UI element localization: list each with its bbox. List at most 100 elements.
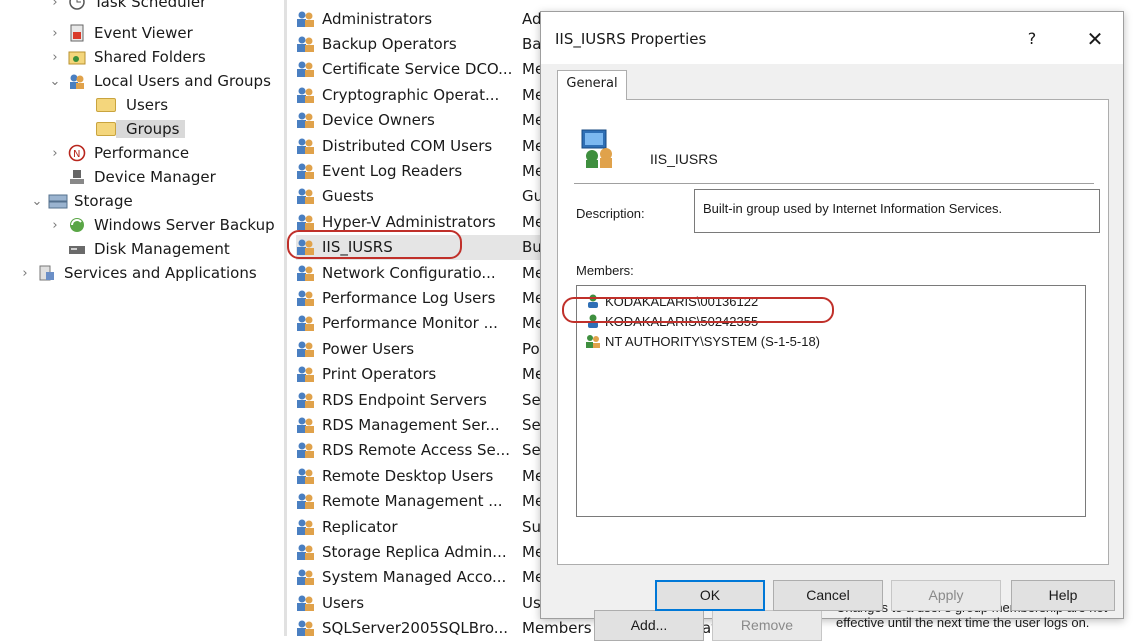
group-icon: [296, 441, 316, 459]
member-name: KODAKALARIS\50242355: [605, 313, 759, 329]
close-icon[interactable]: ✕: [1077, 24, 1113, 54]
services-icon: [38, 264, 58, 282]
tree-item-performance[interactable]: › N Performance: [48, 141, 189, 165]
chevron-right-icon[interactable]: ›: [48, 26, 62, 41]
chevron-down-icon[interactable]: ⌄: [30, 194, 44, 209]
tab-general[interactable]: General: [557, 70, 627, 100]
group-name-cell: Remote Management ...: [322, 492, 503, 511]
group-name-cell: Users: [322, 593, 365, 612]
chevron-right-icon[interactable]: ›: [48, 0, 62, 10]
member-item[interactable]: NT AUTHORITY\SYSTEM (S-1-5-18): [585, 331, 820, 351]
console-tree: › Task Scheduler › Event Viewer › Shared…: [0, 0, 285, 636]
group-icon: [296, 518, 316, 536]
tree-item-task-scheduler[interactable]: › Task Scheduler: [48, 0, 206, 14]
group-name-cell: Print Operators: [322, 365, 437, 384]
disk-icon: [68, 240, 88, 258]
dialog-titlebar[interactable]: IIS_IUSRS Properties ? ✕: [541, 12, 1123, 64]
group-name-cell: Replicator: [322, 517, 398, 536]
group-name-cell: Event Log Readers: [322, 161, 463, 180]
tree-item-label: Shared Folders: [94, 48, 206, 66]
group-name-cell: System Managed Acco...: [322, 568, 507, 587]
pane-splitter[interactable]: [284, 0, 287, 636]
properties-dialog: IIS_IUSRS Properties ? ✕ General IIS_IUS…: [540, 11, 1124, 641]
group-name-cell: Performance Monitor ...: [322, 314, 498, 333]
group-icon: [296, 111, 316, 129]
description-label: Description:: [576, 206, 645, 221]
folder-icon: [96, 122, 116, 136]
chevron-right-icon[interactable]: ›: [48, 218, 62, 233]
tree-item-label: Event Viewer: [94, 24, 193, 42]
tree-item-services-and-applications[interactable]: › Services and Applications: [18, 261, 256, 285]
ok-button[interactable]: OK: [655, 580, 765, 611]
tree-item-label: Windows Server Backup: [94, 216, 275, 234]
user-icon: [585, 313, 601, 329]
member-item[interactable]: KODAKALARIS\00136122: [585, 291, 758, 311]
group-description-cell: Us: [522, 593, 541, 612]
users-group-icon: [68, 72, 88, 90]
member-item[interactable]: KODAKALARIS\50242355: [585, 311, 758, 331]
backup-icon: [68, 216, 88, 234]
chevron-down-icon[interactable]: ⌄: [48, 74, 62, 89]
cancel-button[interactable]: Cancel: [773, 580, 883, 611]
tree-item-device-manager[interactable]: Device Manager: [48, 165, 216, 189]
group-icon: [296, 187, 316, 205]
group-name-cell: Administrators: [322, 9, 433, 28]
group-name-cell: Backup Operators: [322, 34, 457, 53]
group-icon: [296, 568, 316, 586]
group-icon: [296, 60, 316, 78]
group-name-cell: Hyper-V Administrators: [322, 212, 496, 231]
group-name-cell: Certificate Service DCO...: [322, 60, 513, 79]
tree-item-users[interactable]: Users: [96, 93, 168, 117]
help-icon[interactable]: ?: [1017, 24, 1047, 54]
tree-item-event-viewer[interactable]: › Event Viewer: [48, 21, 193, 45]
group-icon: [296, 86, 316, 104]
clock-icon: [68, 0, 88, 11]
chevron-right-icon[interactable]: ›: [18, 266, 32, 281]
chevron-right-icon[interactable]: ›: [48, 146, 62, 161]
group-name-cell: Performance Log Users: [322, 288, 496, 307]
description-field[interactable]: Built-in group used by Internet Informat…: [694, 189, 1100, 233]
remove-button[interactable]: Remove: [712, 610, 822, 641]
group-icon: [296, 492, 316, 510]
group-name-cell: Device Owners: [322, 111, 435, 130]
tab-page-general: IIS_IUSRS Description: Built-in group us…: [557, 99, 1109, 641]
member-name: NT AUTHORITY\SYSTEM (S-1-5-18): [605, 333, 821, 349]
tree-item-windows-server-backup[interactable]: › Windows Server Backup: [48, 213, 275, 237]
group-icon: [296, 213, 316, 231]
svg-text:N: N: [73, 149, 80, 160]
group-icon: [296, 543, 316, 561]
group-name: IIS_IUSRS: [650, 151, 718, 167]
device-manager-icon: [68, 168, 88, 186]
group-name-cell: Cryptographic Operat...: [322, 85, 500, 104]
group-description-cell: Bu: [522, 238, 542, 257]
members-label: Members:: [576, 263, 634, 278]
tree-item-label: Groups: [116, 120, 186, 138]
tree-item-local-users-and-groups[interactable]: ⌄ Local Users and Groups: [48, 69, 271, 93]
tree-item-shared-folders[interactable]: › Shared Folders: [48, 45, 206, 69]
tree-item-label: Storage: [74, 192, 133, 210]
tree-item-label: Users: [126, 96, 169, 114]
group-icon: [296, 391, 316, 409]
event-viewer-icon: [68, 24, 88, 42]
members-list[interactable]: KODAKALARIS\00136122 KODAKALARIS\5024235…: [576, 285, 1086, 517]
group-icon: [296, 467, 316, 485]
apply-button[interactable]: Apply: [891, 580, 1001, 611]
group-icon: [296, 416, 316, 434]
tree-item-storage[interactable]: ⌄ Storage: [30, 189, 133, 213]
group-icon: [296, 314, 316, 332]
group-name-cell: Distributed COM Users: [322, 136, 493, 155]
group-icon: [296, 264, 316, 282]
group-name-cell: Remote Desktop Users: [322, 466, 494, 485]
dialog-title: IIS_IUSRS Properties: [555, 30, 707, 48]
group-icon: [578, 126, 622, 174]
tree-item-groups[interactable]: Groups: [96, 117, 186, 141]
divider: [574, 183, 1094, 184]
group-name-cell: SQLServer2005SQLBro...: [322, 619, 509, 638]
chevron-right-icon[interactable]: ›: [48, 50, 62, 65]
group-icon: [296, 238, 316, 256]
add-button[interactable]: Add...: [594, 610, 704, 641]
help-button[interactable]: Help: [1011, 580, 1115, 611]
tree-item-disk-management[interactable]: Disk Management: [48, 237, 230, 261]
tree-item-label: Disk Management: [94, 240, 230, 258]
group-icon: [296, 365, 316, 383]
